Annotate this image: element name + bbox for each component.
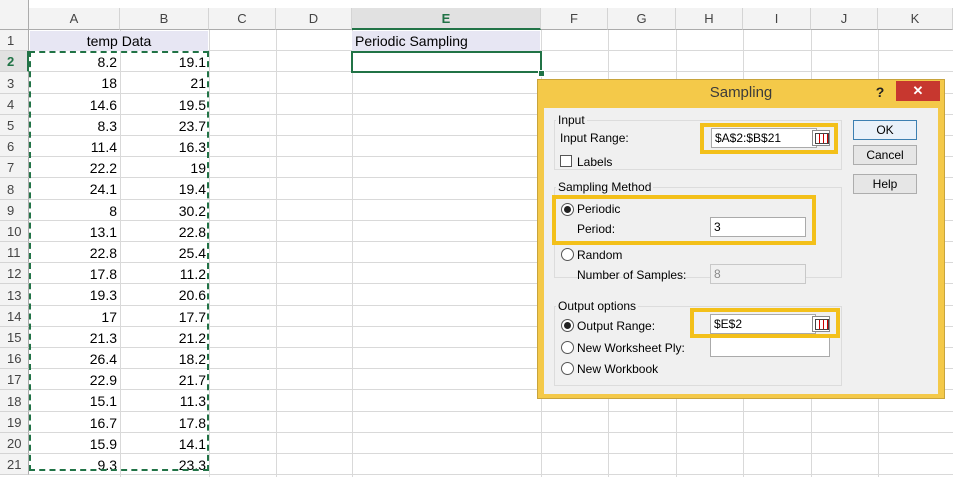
output-range-label: Output Range: xyxy=(577,319,656,333)
random-label: Random xyxy=(577,248,623,262)
row-header-9[interactable]: 9 xyxy=(0,200,29,221)
column-header-d[interactable]: D xyxy=(276,8,352,30)
random-radio[interactable] xyxy=(561,248,574,261)
output-group-label: Output options xyxy=(556,299,639,313)
row-header-5[interactable]: 5 xyxy=(0,115,29,136)
column-header-j[interactable]: J xyxy=(811,8,878,30)
gridline xyxy=(352,30,353,477)
column-header-e[interactable]: E xyxy=(352,8,541,30)
column-header-i[interactable]: I xyxy=(743,8,811,30)
row-header-4[interactable]: 4 xyxy=(0,94,29,115)
copy-selection-marquee xyxy=(29,51,209,471)
fill-handle[interactable] xyxy=(538,70,545,77)
cancel-button[interactable]: Cancel xyxy=(853,145,917,165)
dialog-body: Input Input Range: $A$2:$B$21 Labels Sam… xyxy=(544,108,938,394)
labels-label: Labels xyxy=(577,155,613,169)
help-button[interactable]: Help xyxy=(853,174,917,194)
row-header-8[interactable]: 8 xyxy=(0,178,29,200)
row-header-10[interactable]: 10 xyxy=(0,221,29,242)
periodic-highlight xyxy=(552,195,816,245)
gridline xyxy=(276,30,277,477)
row-header-20[interactable]: 20 xyxy=(0,433,29,454)
column-header-k[interactable]: K xyxy=(878,8,953,30)
active-cell-e2[interactable] xyxy=(351,51,542,73)
sampling-dialog: Sampling ? ✕ Input Input Range: $A$2:$B$… xyxy=(537,79,945,399)
column-header-b[interactable]: B xyxy=(120,8,209,30)
input-range-label: Input Range: xyxy=(560,131,629,145)
select-all-corner[interactable] xyxy=(0,0,29,30)
row-header-19[interactable]: 19 xyxy=(0,412,29,433)
row-header-1[interactable]: 1 xyxy=(0,30,29,51)
input-group-label: Input xyxy=(556,113,587,127)
output-range-highlight xyxy=(690,308,840,338)
number-of-samples-label: Number of Samples: xyxy=(577,268,687,282)
row-header-13[interactable]: 13 xyxy=(0,284,29,306)
column-header-c[interactable]: C xyxy=(209,8,276,30)
row-header-21[interactable]: 21 xyxy=(0,454,29,475)
help-question-icon[interactable]: ? xyxy=(870,82,890,102)
cell-a1-header[interactable]: temp Data xyxy=(30,31,208,51)
ok-button[interactable]: OK xyxy=(853,120,917,140)
labels-checkbox[interactable] xyxy=(560,155,572,167)
top-strip xyxy=(29,0,953,8)
column-header-g[interactable]: G xyxy=(608,8,676,30)
input-range-highlight xyxy=(700,123,838,154)
column-header-a[interactable]: A xyxy=(29,8,120,30)
column-header-f[interactable]: F xyxy=(541,8,608,30)
row-header-18[interactable]: 18 xyxy=(0,390,29,412)
row-header-3[interactable]: 3 xyxy=(0,72,29,94)
row-header-2[interactable]: 2 xyxy=(0,51,29,72)
row-header-14[interactable]: 14 xyxy=(0,306,29,327)
number-of-samples-field: 8 xyxy=(710,264,806,284)
cell-e1-header[interactable]: Periodic Sampling xyxy=(352,31,540,51)
row-header-17[interactable]: 17 xyxy=(0,369,29,390)
method-group-label: Sampling Method xyxy=(556,180,654,194)
row-header-6[interactable]: 6 xyxy=(0,136,29,157)
new-worksheet-ply-label: New Worksheet Ply: xyxy=(577,341,685,355)
row-header-11[interactable]: 11 xyxy=(0,242,29,263)
row-header-15[interactable]: 15 xyxy=(0,327,29,348)
column-header-h[interactable]: H xyxy=(676,8,743,30)
output-range-radio[interactable] xyxy=(561,319,574,332)
new-workbook-label: New Workbook xyxy=(577,362,659,376)
new-worksheet-ply-field[interactable] xyxy=(710,337,830,357)
row-header-7[interactable]: 7 xyxy=(0,157,29,178)
row-header-16[interactable]: 16 xyxy=(0,348,29,369)
new-workbook-radio[interactable] xyxy=(561,362,574,375)
new-worksheet-ply-radio[interactable] xyxy=(561,341,574,354)
row-header-12[interactable]: 12 xyxy=(0,263,29,284)
gridline xyxy=(209,30,210,477)
close-icon[interactable]: ✕ xyxy=(896,81,940,101)
